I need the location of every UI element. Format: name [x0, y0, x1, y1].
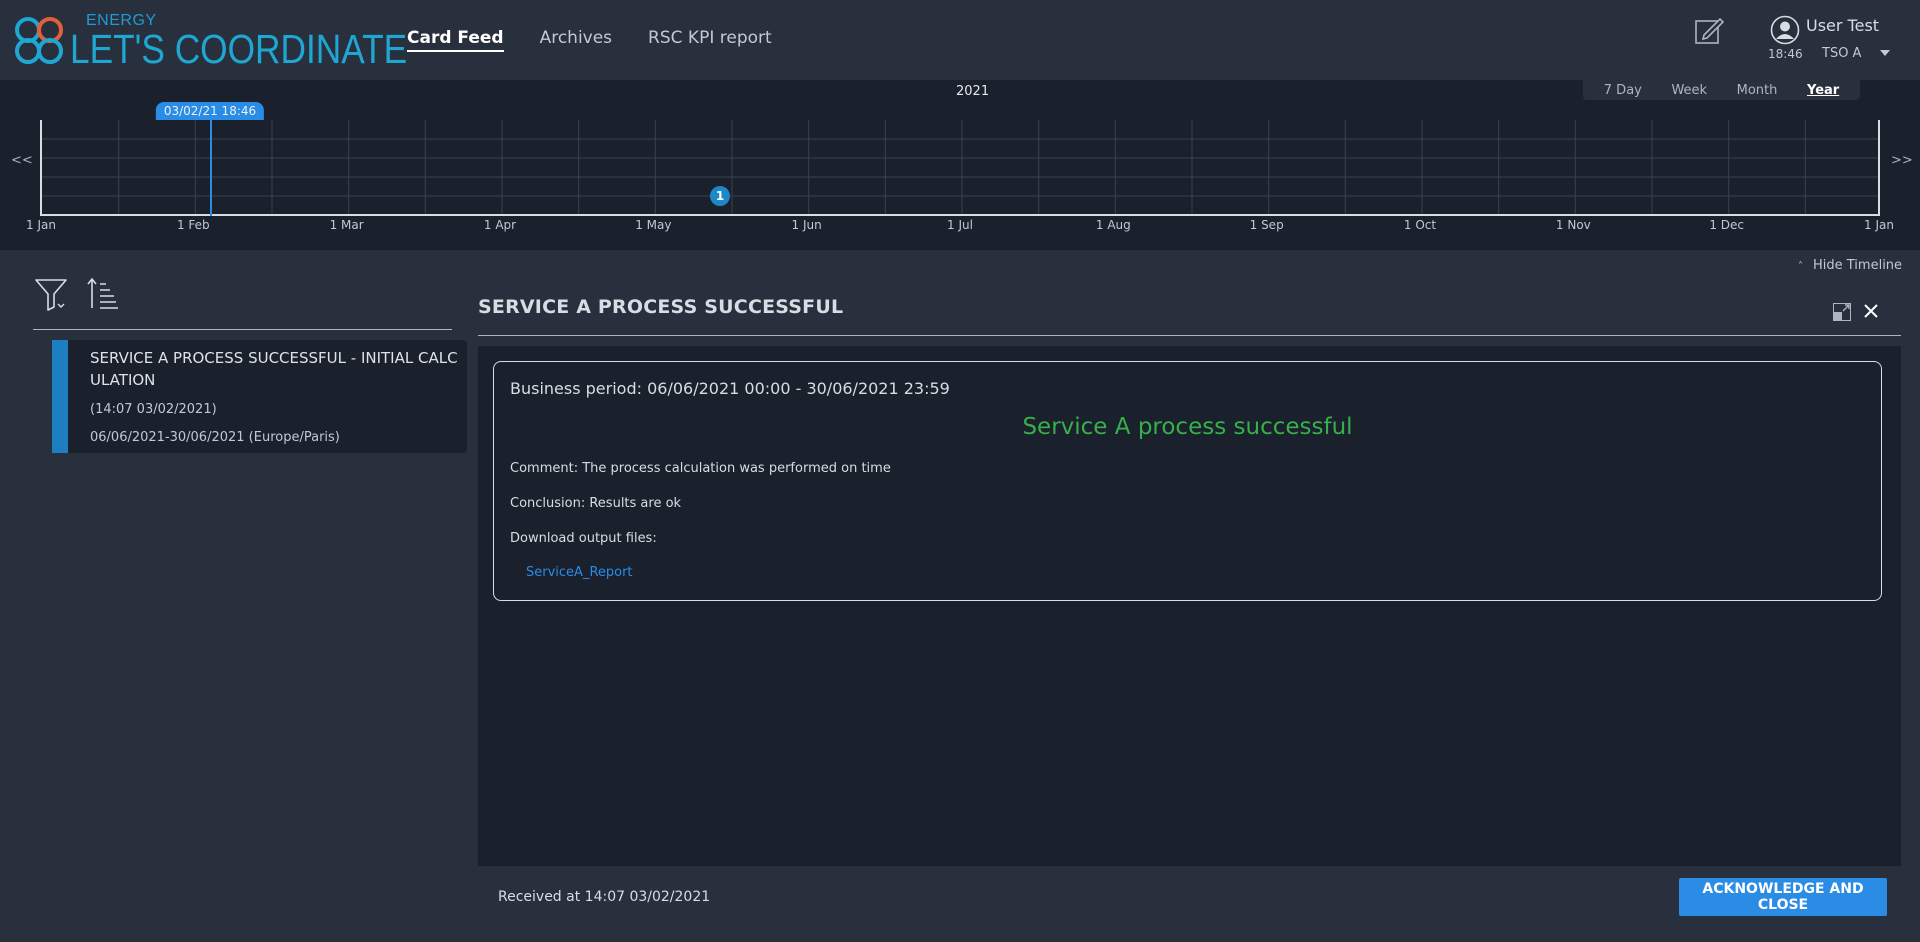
main-nav: Card Feed Archives RSC KPI report [407, 28, 808, 52]
logo-rings-icon [15, 17, 63, 64]
user-entity: TSO A [1822, 46, 1862, 61]
close-icon[interactable] [1862, 302, 1880, 320]
timeline-card-marker[interactable]: 1 [710, 186, 730, 206]
nav-rsc-kpi-report[interactable]: RSC KPI report [648, 28, 772, 52]
timeline-grid-lines [42, 120, 1878, 214]
timeline-next-button[interactable]: >> [1891, 153, 1913, 168]
current-time-badge: 03/02/21 18:46 [155, 102, 265, 120]
user-name: User Test [1806, 16, 1880, 35]
card-detail-body: Business period: 06/06/2021 00:00 - 30/0… [478, 346, 1901, 866]
nav-card-feed[interactable]: Card Feed [407, 28, 504, 52]
card-publish-time: (14:07 03/02/2021) [90, 402, 217, 417]
timeline-month-label: 1 Feb [176, 218, 210, 232]
received-timestamp: Received at 14:07 03/02/2021 [498, 889, 711, 905]
edit-icon[interactable] [1693, 14, 1725, 46]
timeline-month-label: 1 Jan [1864, 218, 1894, 232]
timeline-month-label: 1 Nov [1555, 218, 1591, 232]
card-title: SERVICE A PROCESS SUCCESSFUL - INITIAL C… [90, 349, 458, 389]
detail-divider [478, 335, 1901, 336]
timeline-month-label: 1 Mar [329, 218, 364, 232]
app-header: ENERGY LET'S COORDINATE Card Feed Archiv… [0, 0, 1920, 80]
timeline-grid[interactable] [40, 120, 1880, 216]
timeline-month-label: 1 May [635, 218, 672, 232]
card-content: Business period: 06/06/2021 00:00 - 30/0… [493, 361, 1882, 601]
card-detail-title: SERVICE A PROCESS SUCCESSFUL [478, 296, 844, 318]
timeline-month-label: 1 Jun [791, 218, 822, 232]
process-status: Service A process successful [1022, 414, 1353, 440]
period-week[interactable]: Week [1665, 83, 1713, 98]
period-year[interactable]: Year [1801, 83, 1845, 98]
logo-title: LET'S COORDINATE [70, 26, 408, 72]
timeline-month-label: 1 Sep [1249, 218, 1284, 232]
caret-down-icon[interactable] [1880, 50, 1890, 56]
timeline-month-label: 1 Apr [483, 218, 517, 232]
period-7day[interactable]: 7 Day [1598, 83, 1648, 98]
timeline-month-label: 1 Jan [26, 218, 56, 232]
card-business-range: 06/06/2021-30/06/2021 (Europe/Paris) [90, 430, 340, 445]
business-period: Business period: 06/06/2021 00:00 - 30/0… [510, 379, 950, 398]
timeline-month-label: 1 Oct [1403, 218, 1437, 232]
app-logo[interactable]: ENERGY LET'S COORDINATE [14, 12, 407, 72]
card-severity-bar [52, 340, 68, 453]
nav-archives[interactable]: Archives [540, 28, 612, 52]
download-label: Download output files: [510, 531, 657, 546]
acknowledge-and-close-button[interactable]: ACKNOWLEDGE AND CLOSE [1679, 878, 1887, 916]
feed-card[interactable]: SERVICE A PROCESS SUCCESSFUL - INITIAL C… [52, 340, 467, 453]
conclusion-text: Conclusion: Results are ok [510, 496, 682, 511]
user-menu[interactable]: User Test 18:46 TSO A [1768, 13, 1918, 65]
user-icon [1770, 15, 1800, 45]
comment-text: Comment: The process calculation was per… [510, 461, 891, 476]
timeline-month-label: 1 Aug [1095, 218, 1131, 232]
hide-timeline-toggle[interactable]: ˄ Hide Timeline [1798, 258, 1902, 273]
timeline-panel: 2021 7 Day Week Month Year << >> 1 Jan 1 … [0, 80, 1920, 250]
clock-time: 18:46 [1768, 47, 1803, 61]
period-selector: 7 Day Week Month Year [1583, 80, 1860, 100]
filter-icon[interactable] [34, 277, 70, 313]
timeline-year: 2021 [956, 84, 990, 99]
timeline-month-label: 1 Dec [1709, 218, 1744, 232]
hide-timeline-label: Hide Timeline [1813, 258, 1903, 273]
timeline-prev-button[interactable]: << [11, 153, 33, 168]
chevron-up-icon: ˄ [1798, 261, 1803, 272]
period-month[interactable]: Month [1731, 83, 1784, 98]
expand-icon[interactable] [1833, 303, 1851, 321]
current-time-line [210, 120, 212, 216]
timeline-month-label: 1 Jul [947, 218, 973, 232]
sort-icon[interactable] [86, 276, 122, 312]
feed-divider [33, 329, 452, 330]
output-file-link[interactable]: ServiceA_Report [526, 565, 633, 580]
